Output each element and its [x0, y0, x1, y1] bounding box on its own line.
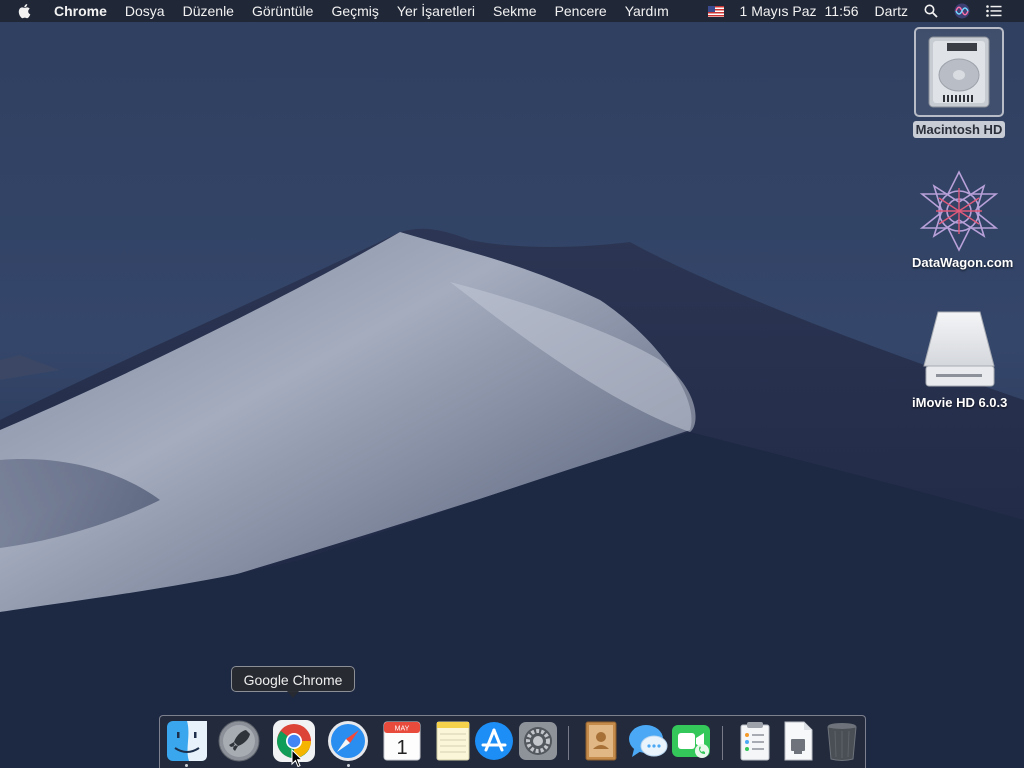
dock-tooltip: Google Chrome — [231, 666, 355, 698]
notes-icon — [436, 721, 470, 761]
dock-separator — [722, 726, 723, 760]
dock-item-calendar[interactable]: MAY 1 — [380, 719, 424, 763]
app-store-icon — [475, 722, 513, 760]
launchpad-icon — [218, 720, 260, 762]
menu-history[interactable]: Geçmiş — [322, 0, 387, 22]
dock-item-system-preferences[interactable] — [516, 719, 560, 763]
desktop-icon-datawagon[interactable]: DataWagon.com — [909, 168, 1013, 272]
facetime-icon — [672, 725, 710, 758]
menu-window[interactable]: Pencere — [546, 0, 616, 22]
finder-icon — [167, 721, 207, 761]
dock-item-facetime[interactable] — [669, 719, 713, 763]
dock-item-document[interactable] — [776, 719, 820, 763]
file-icon — [784, 721, 813, 761]
dock-item-trash[interactable] — [820, 719, 864, 763]
calendar-icon: MAY 1 — [383, 721, 421, 761]
system-preferences-icon — [519, 722, 557, 760]
menu-tab[interactable]: Sekme — [484, 0, 546, 22]
dock-item-finder[interactable] — [165, 719, 209, 763]
calendar-day: 1 — [396, 737, 407, 759]
safari-icon — [328, 721, 368, 761]
menu-file[interactable]: Dosya — [116, 0, 174, 22]
menubar-time[interactable]: 11:56 — [825, 0, 867, 22]
menu-app-name[interactable]: Chrome — [54, 0, 116, 22]
dock-separator — [568, 726, 569, 760]
desktop-icon-label: DataWagon.com — [912, 255, 1014, 270]
menubar-user[interactable]: Dartz — [867, 0, 916, 22]
dock-item-safari[interactable] — [326, 719, 370, 763]
desktop-icon-label: iMovie HD 6.0.3 — [912, 395, 1008, 410]
desktop-wallpaper — [0, 0, 1024, 768]
dock-item-notes[interactable] — [431, 719, 475, 763]
dock: MAY 1 — [159, 715, 866, 768]
disk-image-icon — [923, 311, 995, 387]
notification-center-icon[interactable] — [978, 0, 1024, 22]
dock-item-messages[interactable] — [626, 719, 670, 763]
menubar-date[interactable]: 1 Mayıs Paz — [732, 0, 825, 22]
menu-view[interactable]: Görüntüle — [243, 0, 322, 22]
desktop-icon-macintosh-hd[interactable]: Macintosh HD — [909, 27, 1009, 139]
menu-bar: Chrome Dosya Düzenle Görüntüle Geçmiş Ye… — [0, 0, 1024, 22]
messages-icon — [629, 725, 668, 757]
datawagon-logo-icon — [919, 170, 999, 252]
dock-item-contacts[interactable] — [579, 719, 623, 763]
running-indicator — [185, 764, 188, 767]
trash-icon — [827, 723, 857, 761]
menu-edit[interactable]: Düzenle — [174, 0, 243, 22]
menu-help[interactable]: Yardım — [616, 0, 678, 22]
dock-item-app-store[interactable] — [472, 719, 516, 763]
desktop-icon-label: Macintosh HD — [912, 121, 1006, 138]
input-source-flag-icon[interactable] — [700, 0, 732, 22]
contacts-icon — [585, 721, 617, 761]
calendar-month: MAY — [395, 726, 410, 733]
preview-icon — [740, 722, 770, 761]
dock-item-preview[interactable] — [733, 719, 777, 763]
hard-drive-icon — [914, 27, 1004, 117]
desktop-icon-imovie-hd[interactable]: iMovie HD 6.0.3 — [909, 306, 1009, 412]
dock-item-launchpad[interactable] — [217, 719, 261, 763]
running-indicator — [347, 764, 350, 767]
apple-menu-icon[interactable] — [18, 0, 36, 22]
mouse-cursor-icon — [291, 749, 303, 768]
menu-bookmarks[interactable]: Yer İşaretleri — [388, 0, 484, 22]
siri-icon[interactable] — [946, 0, 978, 22]
spotlight-search-icon[interactable] — [916, 0, 946, 22]
